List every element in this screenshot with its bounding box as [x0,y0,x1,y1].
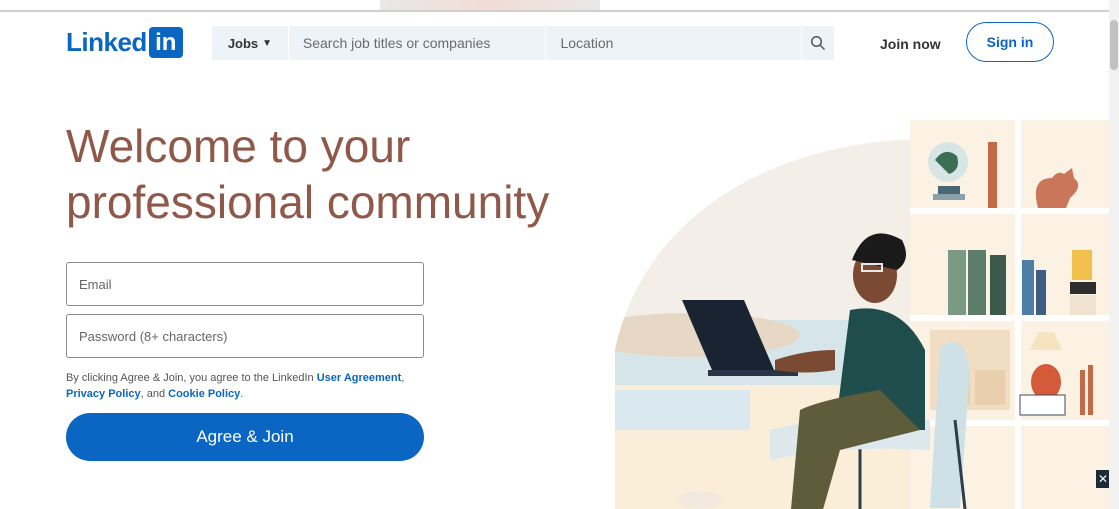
top-divider [0,10,1110,12]
location-placeholder: Location [560,35,614,51]
headline-line-1: Welcome to your [66,120,411,172]
user-agreement-link[interactable]: User Agreement [317,372,402,384]
agreement-and: , and [140,388,169,400]
email-placeholder: Email [79,276,112,292]
headline-line-2: professional community [66,176,550,228]
scrollbar-thumb[interactable] [1110,20,1118,70]
logo-in-box: in [148,26,183,58]
job-search-bar: Jobs ▼ Search job titles or companies Lo… [212,26,834,60]
page-headline: Welcome to your professional community [66,118,586,230]
agreement-text: By clicking Agree & Join, you agree to t… [66,370,406,402]
email-field[interactable]: Email [66,262,424,306]
agreement-prefix: By clicking Agree & Join, you agree to t… [66,372,317,384]
top-strip [380,0,600,10]
join-now-link[interactable]: Join now [870,32,951,56]
privacy-policy-link[interactable]: Privacy Policy [66,388,141,400]
password-field[interactable]: Password (8+ characters) [66,314,424,358]
location-search-input[interactable]: Location [546,26,803,60]
password-placeholder: Password (8+ characters) [79,328,228,344]
jobs-dropdown[interactable]: Jobs ▼ [212,26,289,60]
agreement-comma: , [401,372,405,384]
logo-text: Linked [66,27,147,57]
search-icon [810,35,826,51]
page-scrollbar[interactable] [1109,0,1119,509]
hero-illustration [615,120,1109,509]
sign-in-button[interactable]: Sign in [966,22,1054,62]
keyword-placeholder: Search job titles or companies [302,35,491,51]
cookie-policy-link[interactable]: Cookie Policy [168,388,240,400]
search-button[interactable] [802,26,834,60]
linkedin-logo[interactable]: Linked in [66,26,183,58]
jobs-label: Jobs [227,35,259,51]
agree-join-button[interactable]: Agree & Join [66,413,424,461]
close-icon[interactable]: ✕ [1096,470,1110,488]
agreement-period: . [240,388,244,400]
caret-down-icon: ▼ [262,37,273,49]
keyword-search-input[interactable]: Search job titles or companies [289,26,547,60]
